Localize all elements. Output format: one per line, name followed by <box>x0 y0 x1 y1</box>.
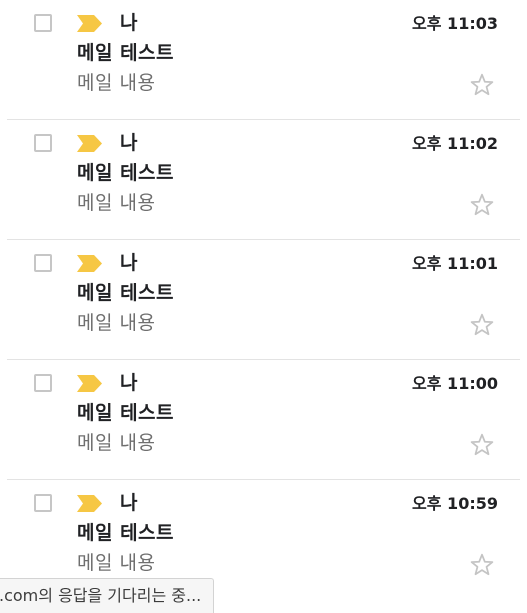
select-checkbox[interactable] <box>34 134 52 152</box>
browser-status-bar: .com의 응답을 기다리는 중... <box>0 578 215 613</box>
mail-subject: 메일 테스트 <box>77 282 175 304</box>
star-outline-icon[interactable] <box>469 432 495 458</box>
importance-marker-icon[interactable] <box>77 135 102 152</box>
mail-subject: 메일 테스트 <box>77 162 175 184</box>
sender-name: 나 <box>120 372 138 394</box>
received-time: 오후 11:02 <box>412 134 498 153</box>
sender-name: 나 <box>120 252 138 274</box>
mail-snippet: 메일 내용 <box>77 552 156 574</box>
star-outline-icon[interactable] <box>469 312 495 338</box>
mail-subject: 메일 테스트 <box>77 522 175 544</box>
mail-snippet: 메일 내용 <box>77 312 156 334</box>
star-outline-icon[interactable] <box>469 552 495 578</box>
select-checkbox[interactable] <box>34 374 52 392</box>
mail-list-item[interactable]: 나 오후 11:02 메일 테스트 메일 내용 <box>0 120 527 240</box>
select-checkbox[interactable] <box>34 494 52 512</box>
select-checkbox[interactable] <box>34 254 52 272</box>
mail-app-viewport: 나 오후 11:03 메일 테스트 메일 내용 나 오후 11:02 메일 테스… <box>0 0 527 613</box>
mail-snippet: 메일 내용 <box>77 72 156 94</box>
star-outline-icon[interactable] <box>469 192 495 218</box>
mail-list-item[interactable]: 나 오후 11:01 메일 테스트 메일 내용 <box>0 240 527 360</box>
importance-marker-icon[interactable] <box>77 255 102 272</box>
mail-subject: 메일 테스트 <box>77 402 175 424</box>
mail-snippet: 메일 내용 <box>77 432 156 454</box>
sender-name: 나 <box>120 132 138 154</box>
received-time: 오후 11:03 <box>412 14 498 33</box>
mail-list: 나 오후 11:03 메일 테스트 메일 내용 나 오후 11:02 메일 테스… <box>0 0 527 600</box>
received-time: 오후 10:59 <box>412 494 498 513</box>
mail-list-item[interactable]: 나 오후 11:03 메일 테스트 메일 내용 <box>0 0 527 120</box>
sender-name: 나 <box>120 492 138 514</box>
select-checkbox[interactable] <box>34 14 52 32</box>
sender-name: 나 <box>120 12 138 34</box>
mail-subject: 메일 테스트 <box>77 42 175 64</box>
mail-snippet: 메일 내용 <box>77 192 156 214</box>
mail-list-item[interactable]: 나 오후 11:00 메일 테스트 메일 내용 <box>0 360 527 480</box>
received-time: 오후 11:01 <box>412 254 498 273</box>
status-text: .com의 응답을 기다리는 중... <box>0 586 202 605</box>
importance-marker-icon[interactable] <box>77 15 102 32</box>
importance-marker-icon[interactable] <box>77 495 102 512</box>
star-outline-icon[interactable] <box>469 72 495 98</box>
received-time: 오후 11:00 <box>412 374 498 393</box>
importance-marker-icon[interactable] <box>77 375 102 392</box>
